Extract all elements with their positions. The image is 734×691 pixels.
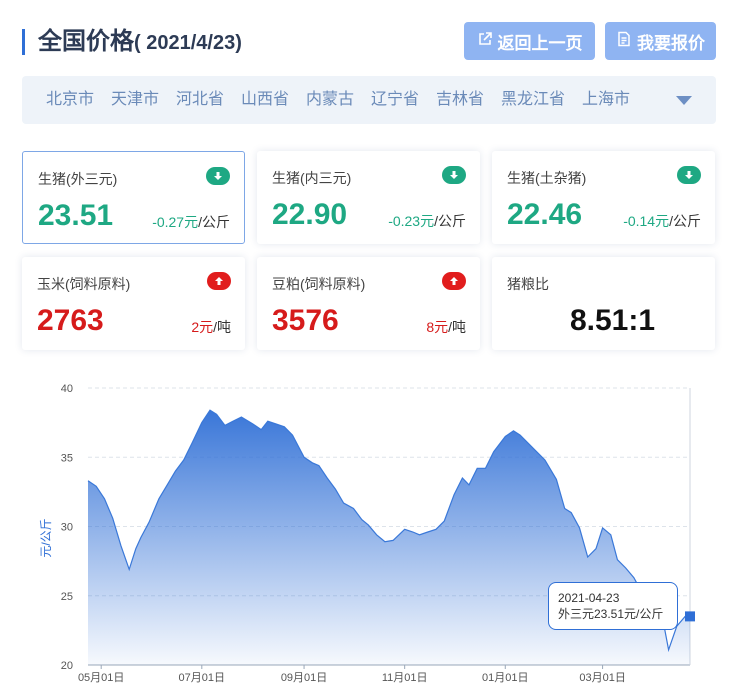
price-card-soymeal[interactable]: 豆粕(饲料原料) 3576 8元/吨 bbox=[257, 257, 480, 350]
x-tick-label: 01月01日 bbox=[482, 672, 528, 684]
y-tick-label: 40 bbox=[61, 383, 73, 395]
arrow-down-icon bbox=[206, 167, 230, 185]
quote-button[interactable]: 我要报价 bbox=[605, 22, 716, 60]
region-bar: 北京市 天津市 河北省 山西省 内蒙古 辽宁省 吉林省 黑龙江省 上海市 bbox=[22, 76, 716, 124]
card-change: 2元/吨 bbox=[191, 317, 231, 337]
region-item[interactable]: 辽宁省 bbox=[371, 90, 419, 110]
x-tick-label: 09月01日 bbox=[281, 672, 327, 684]
change-unit: /公斤 bbox=[669, 213, 701, 229]
region-item[interactable]: 山西省 bbox=[241, 90, 289, 110]
arrow-up-icon bbox=[207, 272, 231, 290]
price-card-corn[interactable]: 玉米(饲料原料) 2763 2元/吨 bbox=[22, 257, 245, 350]
card-value: 23.51 bbox=[38, 199, 114, 232]
region-item[interactable]: 黑龙江省 bbox=[501, 90, 565, 110]
card-value: 22.90 bbox=[272, 198, 348, 231]
chart-tooltip: 2021-04-23 外三元23.51元/公斤 bbox=[548, 582, 678, 630]
card-value: 22.46 bbox=[507, 198, 583, 231]
change-unit: /吨 bbox=[448, 319, 466, 335]
tooltip-date: 2021-04-23 bbox=[558, 591, 620, 605]
document-icon bbox=[616, 31, 632, 52]
change-unit: /吨 bbox=[213, 319, 231, 335]
change-amount: -0.14元 bbox=[623, 213, 670, 229]
card-label: 生猪(外三元) bbox=[38, 171, 118, 187]
change-amount: 2元 bbox=[191, 319, 214, 335]
card-label: 生猪(内三元) bbox=[272, 170, 352, 186]
arrow-up-icon bbox=[442, 272, 466, 290]
region-item[interactable]: 吉林省 bbox=[436, 90, 484, 110]
quote-button-label: 我要报价 bbox=[637, 33, 705, 53]
card-change: -0.14元/公斤 bbox=[623, 211, 701, 231]
price-card-pig-grain-ratio[interactable]: 猪粮比 8.51:1 bbox=[492, 257, 715, 350]
back-button[interactable]: 返回上一页 bbox=[464, 22, 595, 60]
region-item[interactable]: 内蒙古 bbox=[306, 90, 354, 110]
y-tick-label: 35 bbox=[61, 452, 73, 464]
price-card-pig-inner[interactable]: 生猪(内三元) 22.90 -0.23元/公斤 bbox=[257, 151, 480, 244]
price-card-pig-local[interactable]: 生猪(土杂猪) 22.46 -0.14元/公斤 bbox=[492, 151, 715, 244]
card-change: -0.23元/公斤 bbox=[388, 211, 466, 231]
card-change: 8元/吨 bbox=[426, 317, 466, 337]
back-button-label: 返回上一页 bbox=[497, 33, 583, 53]
card-change: -0.27元/公斤 bbox=[152, 212, 230, 232]
page-header: 全国价格( 2021/4/23) 返回上一页 我要报价 bbox=[22, 22, 716, 62]
card-value: 2763 bbox=[37, 304, 104, 337]
change-amount: -0.27元 bbox=[152, 214, 199, 230]
card-label: 玉米(饲料原料) bbox=[37, 276, 131, 292]
card-label: 猪粮比 bbox=[507, 276, 549, 292]
card-value: 3576 bbox=[272, 304, 339, 337]
region-item[interactable]: 上海市 bbox=[582, 90, 630, 110]
region-item[interactable]: 天津市 bbox=[111, 90, 159, 110]
arrow-down-icon bbox=[442, 166, 466, 184]
x-tick-label: 11月01日 bbox=[382, 672, 428, 684]
chevron-down-icon[interactable] bbox=[676, 96, 692, 105]
region-item[interactable]: 北京市 bbox=[46, 90, 94, 110]
card-label: 豆粕(饲料原料) bbox=[272, 276, 366, 292]
title-text: 全国价格 bbox=[38, 28, 134, 55]
price-trend-chart: 20 25 30 35 40 05月01日 07月01日 09月01日 11月01日 01月01… bbox=[39, 383, 695, 684]
region-item[interactable]: 河北省 bbox=[176, 90, 224, 110]
page-title: 全国价格( 2021/4/23) bbox=[38, 28, 242, 57]
highlight-marker[interactable] bbox=[685, 611, 695, 622]
change-amount: 8元 bbox=[426, 319, 449, 335]
card-value: 8.51:1 bbox=[569, 304, 656, 337]
y-tick-label: 30 bbox=[61, 522, 73, 534]
y-tick-label: 25 bbox=[61, 591, 73, 603]
price-card-pig-outer[interactable]: 生猪(外三元) 23.51 -0.27元/公斤 bbox=[22, 151, 245, 244]
x-tick-label: 05月01日 bbox=[78, 672, 124, 684]
title-accent-bar bbox=[22, 29, 25, 55]
change-amount: -0.23元 bbox=[388, 213, 435, 229]
y-axis-label: 元/公斤 bbox=[39, 518, 53, 557]
x-tick-label: 07月01日 bbox=[179, 672, 225, 684]
x-tick-label: 03月01日 bbox=[579, 672, 625, 684]
change-unit: /公斤 bbox=[434, 213, 466, 229]
card-label: 生猪(土杂猪) bbox=[507, 170, 587, 186]
y-tick-label: 20 bbox=[61, 660, 73, 672]
arrow-down-icon bbox=[677, 166, 701, 184]
external-link-icon bbox=[477, 31, 493, 52]
change-unit: /公斤 bbox=[198, 214, 230, 230]
title-date: ( 2021/4/23) bbox=[134, 32, 242, 54]
tooltip-text: 外三元23.51元/公斤 bbox=[558, 607, 664, 621]
